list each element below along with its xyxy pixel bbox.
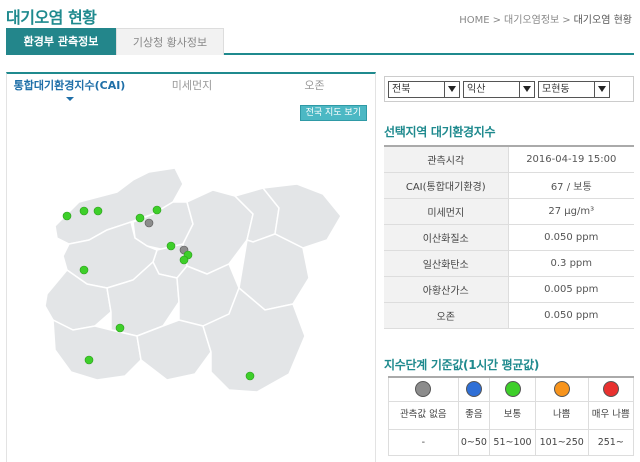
row-value: 27 μg/m³	[508, 198, 634, 225]
row-label: 미세먼지	[384, 198, 509, 225]
station-marker[interactable]	[79, 206, 89, 216]
breadcrumb-separator: >	[492, 15, 502, 26]
level-range: 0~50	[457, 428, 491, 456]
tab-kma-dust[interactable]: 기상청 황사정보	[116, 28, 224, 55]
region-map	[44, 167, 342, 393]
level-label: 관측값 없음	[388, 400, 459, 430]
table-row: 일산화탄소 0.3 ppm	[384, 250, 634, 277]
station-marker[interactable]	[166, 241, 176, 251]
selected-region-title: 선택지역 대기환경지수	[384, 125, 496, 139]
city-select-value: 익산	[467, 84, 486, 95]
breadcrumb-separator: >	[562, 15, 571, 26]
station-marker[interactable]	[93, 206, 103, 216]
region-selectors: 전북 익산 모현동	[384, 76, 634, 102]
level-label: 매우 나쁨	[587, 400, 635, 430]
table-row: - 0~50 51~100 101~250 251~	[388, 428, 635, 456]
station-marker[interactable]	[62, 211, 72, 221]
main-tabs: 환경부 관측정보 기상청 황사정보	[6, 28, 634, 55]
row-label: 오존	[384, 302, 509, 329]
row-value: 0.050 ppm	[508, 224, 634, 251]
station-marker[interactable]	[79, 265, 89, 275]
table-row	[388, 376, 635, 402]
level-range: 251~	[587, 428, 635, 456]
table-row: 아황산가스 0.005 ppm	[384, 276, 634, 303]
table-row: 오존 0.050 ppm	[384, 302, 634, 329]
level-label: 좋음	[457, 400, 491, 430]
air-quality-table: 관측시각 2016-04-19 15:00 CAI(통합대기환경) 67 / 보통 …	[384, 145, 634, 329]
district-select-value: 모현동	[542, 84, 570, 95]
level-good-circle-icon	[465, 381, 482, 398]
level-range: -	[388, 428, 459, 456]
level-bad-circle-icon	[553, 381, 570, 398]
table-row: 미세먼지 27 μg/m³	[384, 198, 634, 225]
breadcrumb-air-info[interactable]: 대기오염정보	[504, 15, 559, 26]
level-range: 51~100	[489, 428, 536, 456]
row-label: 아황산가스	[384, 276, 509, 303]
level-range: 101~250	[534, 428, 589, 456]
scale-title: 지수단계 기준값(1시간 평균값)	[384, 358, 540, 372]
chevron-down-icon	[519, 82, 534, 97]
table-row: 이산화질소 0.050 ppm	[384, 224, 634, 251]
row-label: CAI(통합대기환경)	[384, 172, 509, 199]
province-select[interactable]: 전북	[388, 81, 460, 98]
station-marker[interactable]	[245, 371, 255, 381]
row-value: 2016-04-19 15:00	[508, 146, 634, 173]
page-title: 대기오염 현황	[6, 8, 97, 27]
table-row: 관측값 없음 좋음 보통 나쁨 매우 나쁨	[388, 400, 635, 430]
map-panel: 통합대기환경지수(CAI) 미세먼지 오존 전국 지도 보기	[6, 72, 376, 462]
breadcrumb-current: 대기오염 현황	[573, 15, 632, 26]
station-marker[interactable]	[84, 355, 94, 365]
breadcrumb: HOME > 대기오염정보 > 대기오염 현황	[459, 11, 632, 26]
province-select-value: 전북	[392, 84, 411, 95]
row-value: 0.050 ppm	[508, 302, 634, 329]
station-marker[interactable]	[179, 255, 189, 265]
tab-env-observation[interactable]: 환경부 관측정보	[6, 28, 116, 55]
breadcrumb-home[interactable]: HOME	[459, 15, 489, 26]
row-value: 67 / 보통	[508, 172, 634, 199]
district-select[interactable]: 모현동	[538, 81, 610, 98]
city-select[interactable]: 익산	[463, 81, 535, 98]
row-value: 0.005 ppm	[508, 276, 634, 303]
station-marker[interactable]	[115, 323, 125, 333]
level-normal-circle-icon	[504, 381, 521, 398]
index-scale-table: 관측값 없음 좋음 보통 나쁨 매우 나쁨 - 0~50 51~100 101~…	[388, 376, 635, 456]
station-marker[interactable]	[135, 213, 145, 223]
table-row: CAI(통합대기환경) 67 / 보통	[384, 172, 634, 199]
chevron-down-icon	[444, 82, 459, 97]
row-label: 일산화탄소	[384, 250, 509, 277]
level-label: 나쁨	[534, 400, 589, 430]
chevron-down-icon	[594, 82, 609, 97]
station-marker-no-data[interactable]	[144, 218, 154, 228]
row-label: 이산화질소	[384, 224, 509, 251]
level-very-bad-circle-icon	[602, 381, 619, 398]
level-label: 보통	[489, 400, 536, 430]
station-marker[interactable]	[152, 205, 162, 215]
row-value: 0.3 ppm	[508, 250, 634, 277]
level-none-circle-icon	[415, 381, 432, 398]
row-label: 관측시각	[384, 146, 509, 173]
table-row: 관측시각 2016-04-19 15:00	[384, 146, 634, 173]
